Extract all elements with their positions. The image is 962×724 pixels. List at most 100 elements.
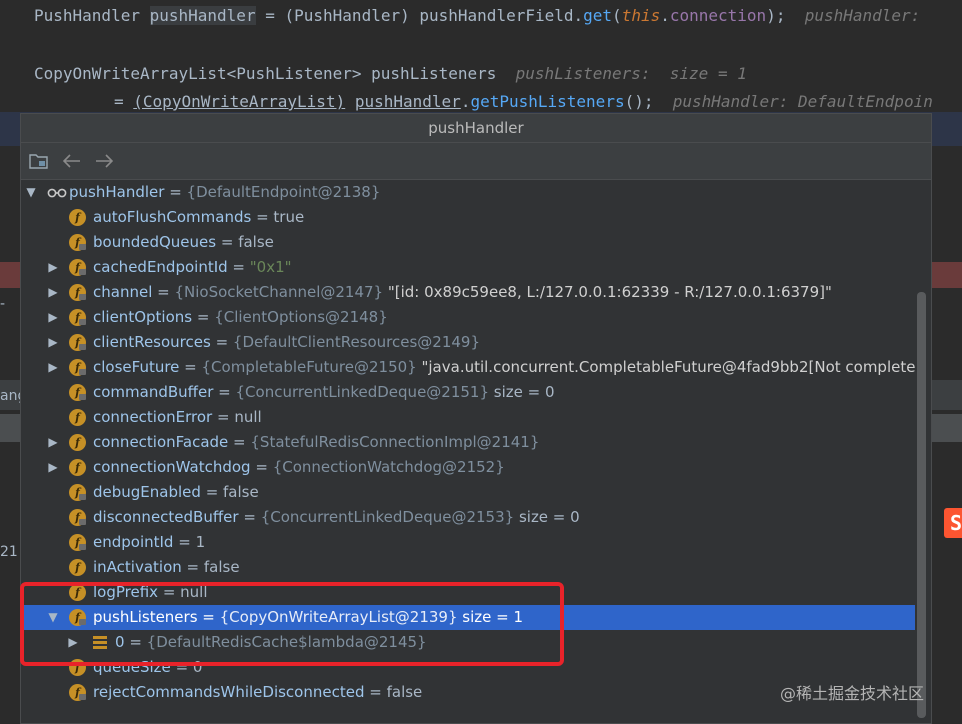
code-cast: (CopyOnWriteArrayList) (133, 92, 346, 111)
inline-debug-hint: pushHandler: (804, 6, 921, 25)
lock-icon (79, 369, 86, 375)
tree-row-label: channel = {NioSocketChannel@2147} "[id: … (93, 280, 832, 305)
variable-value: 1 (195, 533, 206, 551)
variable-value: false (203, 558, 240, 576)
field-icon: f (69, 259, 86, 276)
tree-row-debug-enabled[interactable]: f debugEnabled = false (21, 480, 915, 505)
tree-row-client-options[interactable]: ▶ f clientOptions = {ClientOptions@2148} (21, 305, 915, 330)
code-type: PushHandler (34, 6, 140, 25)
back-arrow-icon[interactable] (63, 154, 81, 168)
code-line-2: CopyOnWriteArrayList<PushListener> pushL… (34, 64, 747, 83)
folder-icon[interactable] (29, 152, 49, 170)
tree-row-cached-endpoint-id[interactable]: ▶ f cachedEndpointId = "0x1" (21, 255, 915, 280)
expand-right-icon[interactable]: ▶ (47, 280, 59, 305)
tree-row-label: connectionError = null (93, 405, 262, 430)
variable-name: debugEnabled (93, 483, 201, 501)
collection-size: size = 0 (489, 383, 555, 401)
code-method: get (583, 6, 613, 25)
tree-row-label: clientOptions = {ClientOptions@2148} (93, 305, 388, 330)
equals-sign: = (250, 458, 273, 476)
red-highlight-annotation (20, 582, 564, 666)
equals-sign: = (216, 233, 239, 251)
variable-name: connectionWatchdog (93, 458, 251, 476)
object-reference: {ConcurrentLinkedDeque@2153} (260, 508, 515, 526)
tree-row-label: closeFuture = {CompletableFuture@2150} "… (93, 355, 932, 380)
expand-right-icon[interactable]: ▶ (47, 455, 59, 480)
field-icon: f (69, 684, 86, 701)
variable-name: disconnectedBuffer (93, 508, 239, 526)
equals-sign: = (238, 508, 261, 526)
lock-icon (79, 269, 86, 275)
object-reference: {ConnectionWatchdog@2152} (272, 458, 505, 476)
lock-icon (79, 519, 86, 525)
left-fragment: - (0, 296, 6, 312)
expand-right-icon[interactable]: ▶ (47, 305, 59, 330)
tree-row-label: rejectCommandsWhileDisconnected = false (93, 680, 422, 705)
code-dot: . (573, 6, 584, 25)
expand-right-icon[interactable]: ▶ (47, 255, 59, 280)
equals-sign: = (179, 358, 202, 376)
code-field: connection (669, 6, 767, 25)
object-description: "[id: 0x89c59ee8, L:/127.0.0.1:62339 - R… (383, 283, 832, 301)
equals-sign: = (364, 683, 387, 701)
equals-sign: = (251, 208, 274, 226)
lock-icon (79, 319, 86, 325)
equals-sign: = (152, 283, 175, 301)
forward-arrow-icon[interactable] (95, 154, 113, 168)
tree-row-connection-watchdog[interactable]: ▶ f connectionWatchdog = {ConnectionWatchd… (21, 455, 915, 480)
scrollbar-thumb[interactable] (917, 292, 926, 718)
object-description: "java.util.concurrent.CompletableFuture@… (416, 358, 932, 376)
equals-sign: = (164, 183, 187, 201)
lock-icon (79, 494, 86, 500)
tree-row-auto-flush-commands[interactable]: f autoFlushCommands = true (21, 205, 915, 230)
field-icon: f (69, 284, 86, 301)
tree-row-command-buffer[interactable]: f commandBuffer = {ConcurrentLinkedDeque@… (21, 380, 915, 405)
tree-row-channel[interactable]: ▶ f channel = {NioSocketChannel@2147} "[id… (21, 280, 915, 305)
code-this-keyword: this (621, 6, 661, 25)
tree-row-label: connectionFacade = {StatefulRedisConnect… (93, 430, 539, 455)
variable-value: false (238, 233, 274, 251)
tree-row-label: cachedEndpointId = "0x1" (93, 255, 292, 280)
field-icon: f (69, 409, 86, 426)
tree-row-connection-error[interactable]: f connectionError = null (21, 405, 915, 430)
tree-row-push-handler[interactable]: ▼ pushHandler = {DefaultEndpoint@2138} (21, 180, 915, 205)
field-icon: f (69, 509, 86, 526)
tree-row-in-activation[interactable]: f inActivation = false (21, 555, 915, 580)
code-variable: pushListeners (371, 64, 497, 83)
variable-name: commandBuffer (93, 383, 214, 401)
expand-down-icon[interactable]: ▼ (25, 180, 37, 205)
code-object: pushHandlerField (419, 6, 574, 25)
tree-row-label: autoFlushCommands = true (93, 205, 304, 230)
lock-icon (79, 394, 86, 400)
equals-sign: = (210, 333, 233, 351)
field-icon: f (69, 359, 86, 376)
variable-value: false (386, 683, 423, 701)
tree-row-endpoint-id[interactable]: f endpointId = 1 (21, 530, 915, 555)
field-icon: f (69, 484, 86, 501)
field-icon: f (69, 209, 86, 226)
lock-icon (79, 294, 86, 300)
code-line-1: PushHandler pushHandler = (PushHandler) … (34, 6, 921, 25)
variable-name: rejectCommandsWhileDisconnected (93, 683, 365, 701)
code-operator: = (114, 92, 124, 111)
tree-row-close-future[interactable]: ▶ f closeFuture = {CompletableFuture@2150}… (21, 355, 931, 380)
tree-row-disconnected-buffer[interactable]: f disconnectedBuffer = {ConcurrentLinkedD… (21, 505, 915, 530)
tree-row-bounded-queues[interactable]: f boundedQueues = false (21, 230, 915, 255)
field-icon: f (69, 559, 86, 576)
tree-row-label: disconnectedBuffer = {ConcurrentLinkedDe… (93, 505, 580, 530)
tree-row-connection-facade[interactable]: ▶ f connectionFacade = {StatefulRedisConne… (21, 430, 915, 455)
tree-row-label: connectionWatchdog = {ConnectionWatchdog… (93, 455, 505, 480)
watermark: @稀土掘金技术社区 (780, 684, 925, 703)
tree-row-label: inActivation = false (93, 555, 240, 580)
string-value: "0x1" (249, 258, 292, 276)
variable-name: pushHandler (69, 183, 165, 201)
lock-icon (79, 244, 86, 250)
tree-row-client-resources[interactable]: ▶ f clientResources = {DefaultClientResour… (21, 330, 915, 355)
csdn-logo-fragment: S (944, 508, 962, 538)
code-dot: . (460, 92, 471, 111)
object-reference: {ConcurrentLinkedDeque@2151} (235, 383, 490, 401)
expand-right-icon[interactable]: ▶ (47, 430, 59, 455)
expand-right-icon[interactable]: ▶ (47, 330, 59, 355)
variable-value: null (234, 408, 262, 426)
expand-right-icon[interactable]: ▶ (47, 355, 59, 380)
